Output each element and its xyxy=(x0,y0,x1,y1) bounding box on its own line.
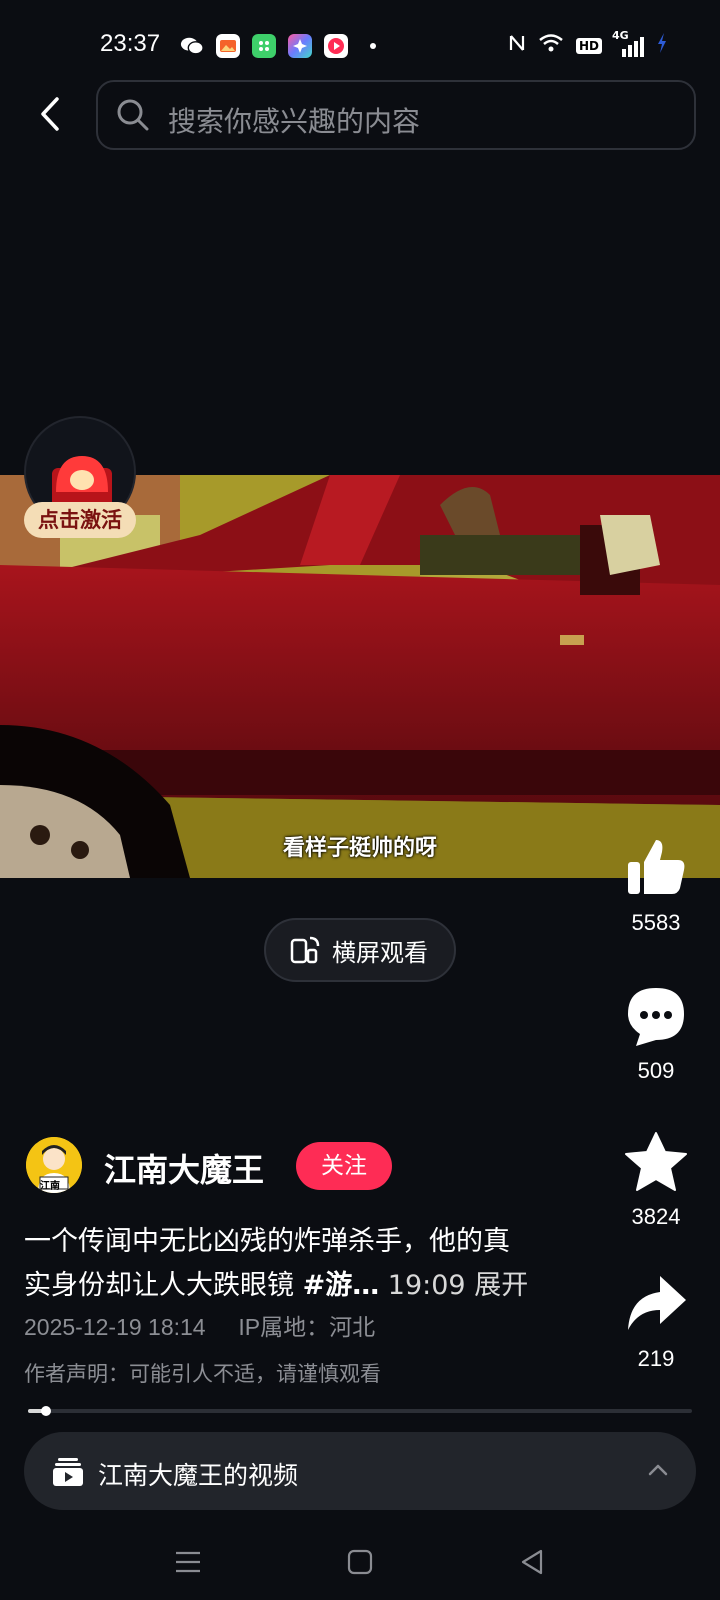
comment-icon xyxy=(628,988,684,1046)
search-input[interactable]: 搜索你感兴趣的内容 xyxy=(96,80,696,150)
system-icons: HD 4G xyxy=(508,29,668,59)
back-triangle-icon xyxy=(521,1549,543,1575)
status-bar: 23:37 HD 4G xyxy=(0,0,720,80)
playlist-icon xyxy=(53,1458,83,1486)
comment-button[interactable]: 509 xyxy=(620,984,692,1084)
video-app-icon xyxy=(324,34,348,58)
expand-button[interactable]: 展开 xyxy=(474,1270,528,1301)
author-name[interactable]: 江南大魔王 xyxy=(104,1145,264,1191)
progress-handle[interactable] xyxy=(40,1406,51,1416)
post-date: 2025-12-19 18:14 xyxy=(24,1314,206,1340)
search-icon xyxy=(117,99,149,131)
grid-app-icon xyxy=(252,34,276,58)
nav-menu-button[interactable] xyxy=(168,1542,208,1582)
avatar-caption: 江南 xyxy=(40,1181,60,1192)
follow-button[interactable]: 关注 xyxy=(296,1142,392,1190)
back-button[interactable] xyxy=(30,94,70,134)
description-line-1: 一个传闻中无比凶残的炸弹杀手，他的真 xyxy=(24,1226,510,1257)
author-notice: 作者声明：可能引人不适，请谨慎观看 xyxy=(24,1362,381,1386)
video-progress-bar[interactable] xyxy=(28,1406,692,1416)
description-line-2: 实身份却让人大跌眼镜 #游… 19:09 展开 xyxy=(24,1264,584,1308)
share-arrow-icon xyxy=(628,1276,686,1330)
share-button[interactable]: 219 xyxy=(620,1272,692,1372)
battery-charging-icon xyxy=(656,32,668,59)
video-subtitle: 看样子挺帅的呀 xyxy=(282,836,437,861)
comment-count: 509 xyxy=(637,1058,675,1083)
landscape-view-button[interactable]: 横屏观看 xyxy=(264,918,456,982)
author-avatar[interactable]: 江南 xyxy=(26,1137,82,1193)
home-square-icon xyxy=(347,1549,373,1575)
author-videos-collection[interactable]: 江南大魔王的视频 xyxy=(24,1432,696,1510)
wechat-icon xyxy=(180,34,204,58)
rotate-screen-icon xyxy=(290,936,320,964)
hd-badge: HD xyxy=(575,37,602,54)
more-notifications-dot xyxy=(370,43,376,49)
video-description[interactable]: 一个传闻中无比凶残的炸弹杀手，他的真 实身份却让人大跌眼镜 #游… 19:09 … xyxy=(24,1220,584,1308)
favorite-button[interactable]: 3824 xyxy=(620,1130,692,1230)
nav-back-button[interactable] xyxy=(512,1542,552,1582)
menu-icon xyxy=(176,1551,200,1573)
notification-icons xyxy=(180,34,376,58)
like-button[interactable]: 5583 xyxy=(620,836,692,936)
landscape-view-label: 横屏观看 xyxy=(332,938,428,967)
search-placeholder: 搜索你感兴趣的内容 xyxy=(168,105,421,138)
wifi-icon xyxy=(538,33,564,58)
like-count: 5583 xyxy=(631,910,681,935)
thumbs-up-icon xyxy=(628,840,685,894)
hashtag-link[interactable]: #游… xyxy=(303,1270,380,1301)
favorite-count: 3824 xyxy=(631,1204,681,1229)
share-count: 219 xyxy=(637,1346,675,1371)
network-type: 4G xyxy=(612,28,629,42)
gallery-icon xyxy=(216,34,240,58)
system-navigation-bar xyxy=(0,1530,720,1600)
chevron-up-icon[interactable] xyxy=(646,1458,670,1482)
signal-icon: 4G xyxy=(612,29,644,57)
video-duration: 19:09 xyxy=(379,1270,475,1301)
chevron-left-icon xyxy=(41,97,59,131)
activate-label[interactable]: 点击激活 xyxy=(24,502,136,538)
ip-location: IP属地：河北 xyxy=(238,1314,376,1340)
photos-icon xyxy=(288,34,312,58)
star-icon xyxy=(625,1132,687,1191)
status-time: 23:37 xyxy=(100,30,161,57)
nav-home-button[interactable] xyxy=(340,1542,380,1582)
collection-label: 江南大魔王的视频 xyxy=(98,1461,299,1490)
nfc-icon xyxy=(508,33,526,58)
post-meta: 2025-12-19 18:14 IP属地：河北 xyxy=(24,1308,375,1342)
description-text: 实身份却让人大跌眼镜 xyxy=(24,1270,303,1301)
